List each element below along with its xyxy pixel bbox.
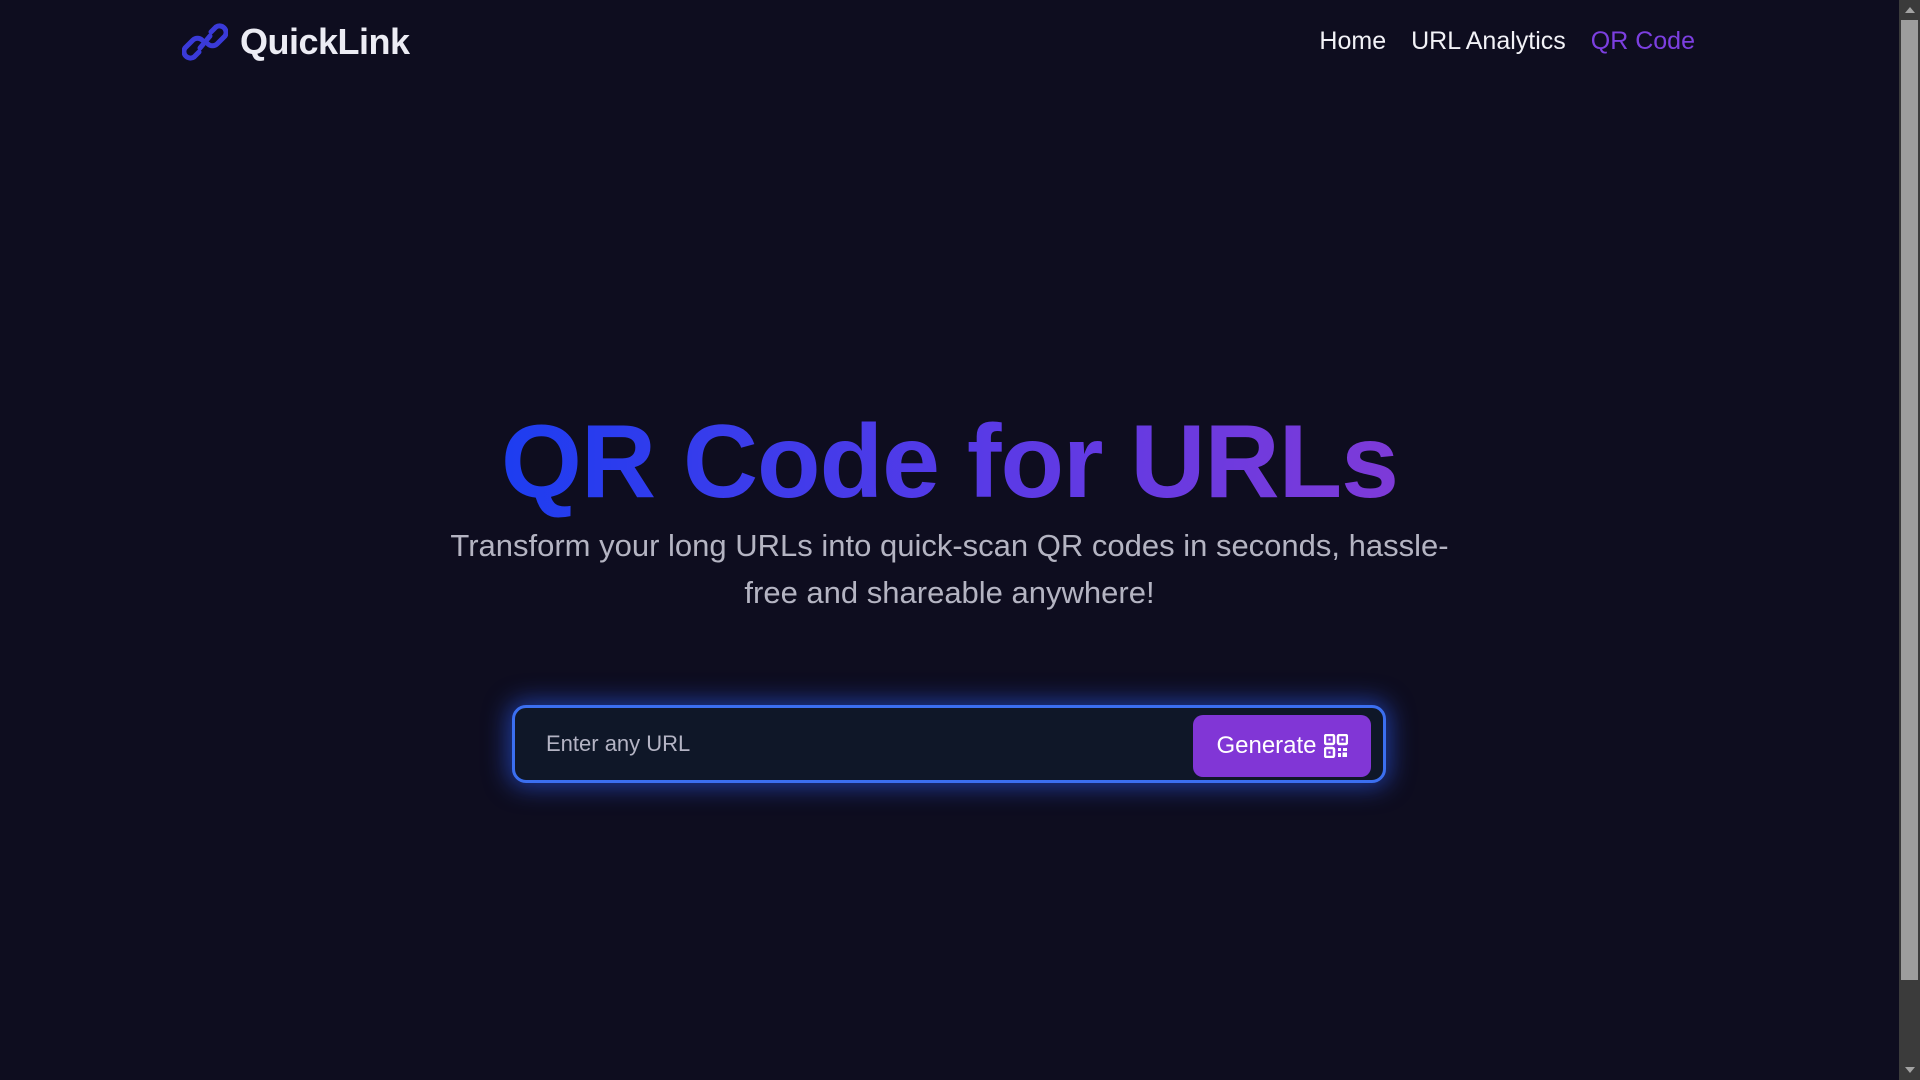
brand-logo-link[interactable]: QuickLink	[182, 21, 410, 63]
qr-code-icon	[1323, 734, 1348, 758]
link-icon	[182, 23, 228, 61]
hero-title-text: QR Code for URLs	[501, 404, 1399, 520]
scroll-up-arrow-icon[interactable]	[1899, 0, 1920, 20]
page: QuickLink Home URL Analytics QR Code QR …	[0, 0, 1920, 1080]
hero-subtitle: Transform your long URLs into quick-scan…	[450, 528, 1449, 610]
navbar: QuickLink Home URL Analytics QR Code	[0, 0, 1899, 88]
nav-qr-code[interactable]: QR Code	[1591, 27, 1695, 56]
nav-links: Home URL Analytics QR Code	[1319, 27, 1695, 56]
generate-button-label: Generate	[1216, 732, 1317, 759]
scroll-down-arrow-icon[interactable]	[1899, 1060, 1920, 1080]
generate-button[interactable]: Generate	[1193, 715, 1371, 777]
viewport: QuickLink Home URL Analytics QR Code QR …	[0, 0, 1899, 1080]
nav-url-analytics[interactable]: URL Analytics	[1411, 27, 1566, 56]
url-form: Generate	[512, 705, 1386, 783]
scrollbar-thumb[interactable]	[1901, 20, 1918, 980]
hero-title: QR Code for URLs	[0, 405, 1899, 519]
nav-home[interactable]: Home	[1319, 27, 1386, 56]
url-input[interactable]	[529, 716, 1189, 772]
brand-name: QuickLink	[240, 21, 410, 62]
scrollbar[interactable]	[1899, 0, 1920, 1080]
